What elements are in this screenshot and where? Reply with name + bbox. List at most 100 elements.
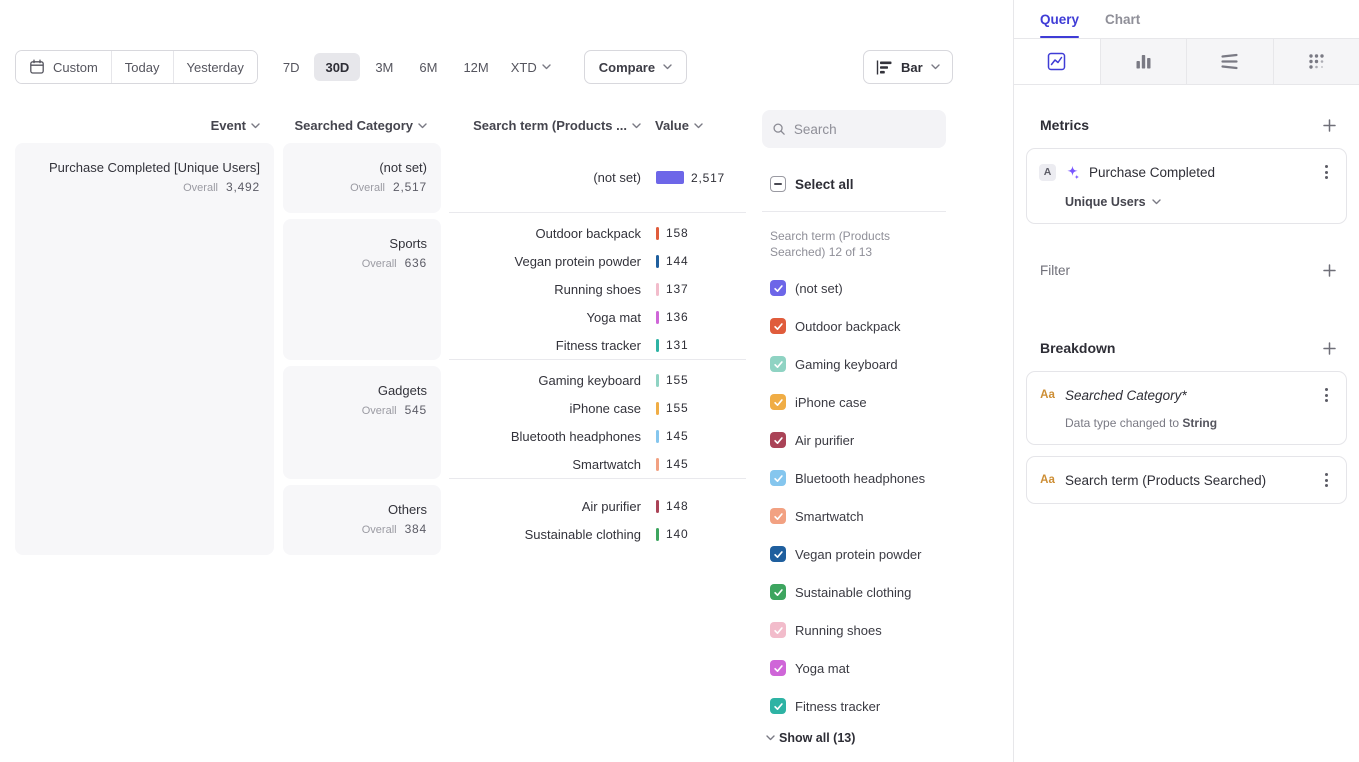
report-type-tabs [1014,38,1359,85]
term-row[interactable]: Smartwatch145 [449,450,746,478]
select-all[interactable]: Select all [762,170,854,198]
legend-checkbox[interactable] [770,470,786,486]
legend-checkbox[interactable] [770,508,786,524]
legend-checkbox[interactable] [770,698,786,714]
breakdown-card-searched-category: Aa Searched Category* Data type changed … [1026,371,1347,445]
legend-item[interactable]: Fitness tracker [762,687,946,725]
tab-chart[interactable]: Chart [1105,0,1140,38]
legend-item[interactable]: Outdoor backpack [762,307,946,345]
value-cell: 136 [641,310,746,324]
term-row[interactable]: Fitness tracker131 [449,331,746,359]
legend-item-label: Vegan protein powder [795,547,921,562]
show-all-button[interactable]: Show all (13) [766,731,855,745]
legend-item-label: Yoga mat [795,661,849,676]
breakdown-table: Event Searched Category Search term (Pro… [15,112,746,555]
legend-checkbox[interactable] [770,622,786,638]
term-row[interactable]: Outdoor backpack158 [449,219,746,247]
column-header-value[interactable]: Value [641,118,746,133]
table-group: SportsOverall636Outdoor backpack158Vegan… [283,219,746,360]
check-icon [773,511,784,522]
column-header-searched-category[interactable]: Searched Category [283,118,441,133]
value-cell: 158 [641,226,746,240]
legend-checkbox[interactable] [770,356,786,372]
chevron-down-icon [694,123,703,129]
tab-flows[interactable] [1186,39,1273,84]
tab-insights[interactable] [1014,39,1100,84]
legend-item[interactable]: Gaming keyboard [762,345,946,383]
term-row[interactable]: Gaming keyboard155 [449,366,746,394]
legend-item[interactable]: iPhone case [762,383,946,421]
legend-items: (not set) Outdoor backpack Gaming keyboard… [762,269,946,725]
compare-button[interactable]: Compare [584,50,687,84]
breakdown-menu-button[interactable] [1318,471,1334,489]
metric-type-dropdown[interactable]: Unique Users [1065,195,1334,209]
legend-checkbox[interactable] [770,546,786,562]
metric-menu-button[interactable] [1318,163,1334,181]
term-row[interactable]: Air purifier148 [449,492,746,520]
legend-item[interactable]: Smartwatch [762,497,946,535]
category-overall: Overall636 [297,256,427,270]
check-icon [773,473,784,484]
category-cell[interactable]: SportsOverall636 [283,219,441,360]
legend-checkbox[interactable] [770,660,786,676]
custom-date-button[interactable]: Custom [16,51,111,83]
term-row[interactable]: Running shoes137 [449,275,746,303]
range-button-12m[interactable]: 12M [452,53,499,81]
category-cell[interactable]: OthersOverall384 [283,485,441,555]
add-filter-button[interactable] [1317,258,1341,282]
category-name: Gadgets [297,383,427,398]
column-header-event[interactable]: Event [15,118,274,133]
table-group: GadgetsOverall545Gaming keyboard155iPhon… [283,366,746,479]
legend-checkbox[interactable] [770,280,786,296]
search-input[interactable] [794,122,936,137]
legend-item[interactable]: Air purifier [762,421,946,459]
plus-icon [1323,119,1336,132]
term-row[interactable]: (not set)2,517 [449,164,746,192]
legend-item[interactable]: Vegan protein powder [762,535,946,573]
legend-item[interactable]: Sustainable clothing [762,573,946,611]
column-header-search-term[interactable]: Search term (Products ... [449,118,641,133]
category-cell[interactable]: (not set)Overall2,517 [283,143,441,213]
term-label: Outdoor backpack [449,226,641,241]
legend-item[interactable]: Bluetooth headphones [762,459,946,497]
today-button[interactable]: Today [111,51,173,83]
range-button-3m[interactable]: 3M [364,53,404,81]
term-label: iPhone case [449,401,641,416]
add-metric-button[interactable] [1317,113,1341,137]
category-overall: Overall2,517 [297,180,427,194]
term-row[interactable]: Vegan protein powder144 [449,247,746,275]
term-label: (not set) [449,170,641,185]
range-button-30d[interactable]: 30D [314,53,360,81]
range-button-7d[interactable]: 7D [272,53,311,81]
legend-item[interactable]: Running shoes [762,611,946,649]
term-row[interactable]: Yoga mat136 [449,303,746,331]
term-row[interactable]: iPhone case155 [449,394,746,422]
range-button-6m[interactable]: 6M [408,53,448,81]
breakdown-property-row[interactable]: Aa Search term (Products Searched) [1039,471,1334,489]
tab-retention[interactable] [1273,39,1359,84]
legend-checkbox[interactable] [770,318,786,334]
term-rows: Outdoor backpack158Vegan protein powder1… [449,219,746,360]
select-all-checkbox[interactable] [770,176,786,192]
chevron-down-icon [418,123,427,129]
xtd-button[interactable]: XTD [500,53,562,81]
tab-funnels[interactable] [1100,39,1187,84]
yesterday-button[interactable]: Yesterday [173,51,257,83]
term-row[interactable]: Bluetooth headphones145 [449,422,746,450]
legend-checkbox[interactable] [770,584,786,600]
breakdown-menu-button[interactable] [1318,386,1334,404]
legend-item[interactable]: Yoga mat [762,649,946,687]
metric-event-row[interactable]: A Purchase Completed [1039,163,1334,181]
legend-item-label: iPhone case [795,395,867,410]
add-breakdown-button[interactable] [1317,336,1341,360]
event-cell[interactable]: Purchase Completed [Unique Users] Overal… [15,143,274,555]
legend-checkbox[interactable] [770,394,786,410]
tab-query[interactable]: Query [1040,0,1079,38]
legend-item-label: Outdoor backpack [795,319,901,334]
legend-checkbox[interactable] [770,432,786,448]
legend-item[interactable]: (not set) [762,269,946,307]
breakdown-property-row[interactable]: Aa Searched Category* [1039,386,1334,404]
term-label: Yoga mat [449,310,641,325]
term-row[interactable]: Sustainable clothing140 [449,520,746,548]
category-cell[interactable]: GadgetsOverall545 [283,366,441,479]
